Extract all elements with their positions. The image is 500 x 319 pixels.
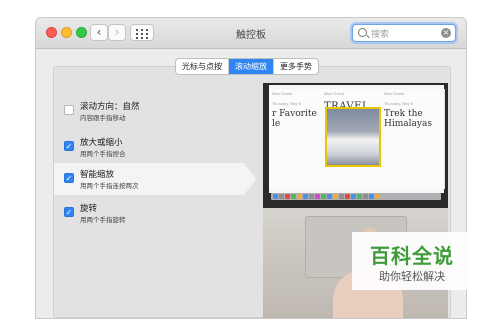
checkbox[interactable]: ✓ [64,173,74,183]
window-title: 触控板 [236,30,266,41]
forward-button[interactable]: › [108,24,126,41]
option-subtitle: 用两个手指捏合 [80,150,126,158]
option-title: 放大或缩小 [80,138,123,148]
search-field[interactable]: 搜索 × [352,24,456,42]
clear-search-icon[interactable]: × [441,28,451,38]
option-subtitle: 用两个手指旋转 [80,216,126,224]
watermark: 百科全说 助你轻松解决 [352,232,472,290]
checkbox[interactable] [64,105,74,115]
option-zoom-in-out[interactable]: ✓ 放大或缩小 用两个手指捏合 [54,131,254,163]
watermark-subtitle: 助你轻松解决 [379,270,445,283]
search-placeholder: 搜索 [371,30,390,40]
tab-scroll-and-zoom[interactable]: 滚动缩放 [229,59,274,74]
watermark-title: 百科全说 [370,244,454,268]
title-bar: ‹ › 触控板 搜索 × [36,18,466,49]
chevron-left-icon: ‹ [96,25,102,39]
checkbox[interactable]: ✓ [64,207,74,217]
close-button[interactable] [46,27,57,38]
dock [271,193,441,200]
article-column-1: More Travel Thursday, May 6 r Favorite l… [269,89,322,189]
option-title: 旋转 [80,204,98,214]
tab-bar: 光标与点按 滚动缩放 更多手势 [175,58,319,75]
preview-screen: More Travel Thursday, May 6 r Favorite l… [269,85,445,193]
option-scroll-direction[interactable]: 滚动方向：自然 内容跟手指移动 [54,95,254,127]
option-rotate[interactable]: ✓ 旋转 用两个手指旋转 [54,197,254,229]
option-subtitle: 内容跟手指移动 [80,114,126,122]
option-subtitle: 用两个手指连按两次 [80,182,139,190]
back-button[interactable]: ‹ [90,24,108,41]
minimize-button[interactable] [61,27,72,38]
option-title: 智能缩放 [80,170,115,180]
option-title: 滚动方向：自然 [80,102,140,112]
zoom-button[interactable] [76,27,87,38]
tab-more-gestures[interactable]: 更多手势 [274,59,318,74]
option-smart-zoom[interactable]: ✓ 智能缩放 用两个手指连按两次 [54,163,256,195]
chevron-right-icon: › [114,25,120,39]
article-column-3: More Travel Thursday, May 6 Trek the Him… [381,89,445,189]
checkbox[interactable]: ✓ [64,141,74,151]
column-heading: r Favorite le [272,109,317,129]
column-source: More Travel [272,92,293,96]
tab-point-and-click[interactable]: 光标与点按 [176,59,229,74]
show-all-button[interactable] [130,24,154,41]
column-date: Thursday, May 6 [384,102,414,106]
search-icon [358,28,367,37]
column-date: Thursday, May 6 [272,102,302,106]
column-heading: Trek the Himalayas [384,109,432,129]
column-source: More Travel [324,92,345,96]
column-source: More Travel [384,92,405,96]
mountain-photo [325,107,381,167]
laptop-screen-frame: More Travel Thursday, May 6 r Favorite l… [263,83,448,208]
